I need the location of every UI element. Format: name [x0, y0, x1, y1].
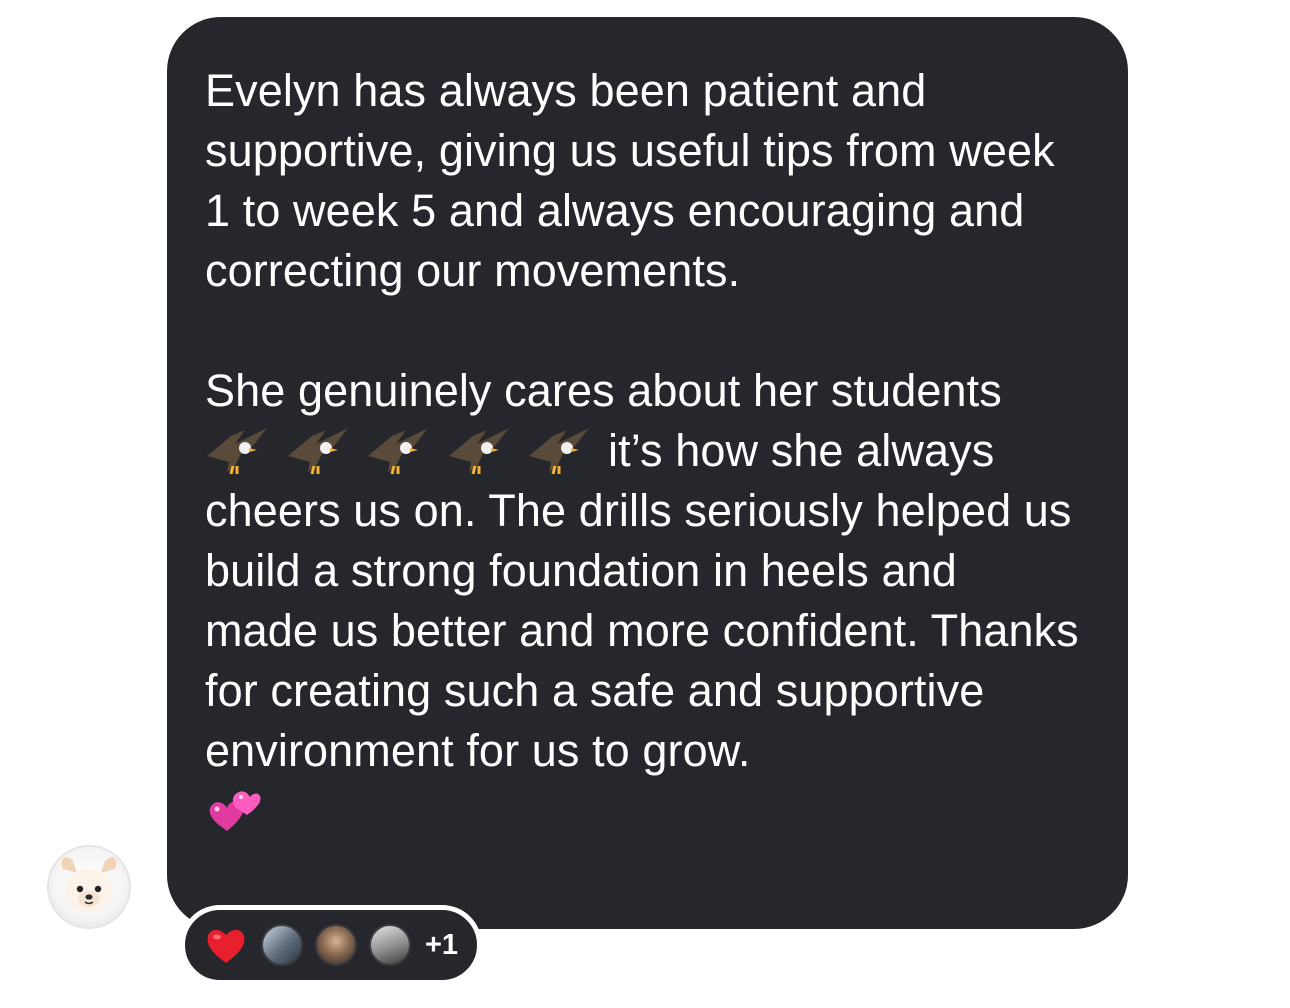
- sender-avatar[interactable]: [47, 845, 131, 929]
- message-paragraph-2: She genuinely cares about her students i…: [205, 361, 1080, 781]
- eagle-icon: [368, 428, 429, 475]
- puppy-avatar-icon: [61, 857, 117, 913]
- red-heart-icon: [207, 929, 245, 963]
- reactor-avatar[interactable]: [261, 924, 303, 966]
- reactor-avatar[interactable]: [315, 924, 357, 966]
- eagle-icon: [448, 428, 509, 475]
- message-paragraph-2-start: She genuinely cares about her students: [205, 365, 1002, 416]
- message-bubble[interactable]: Evelyn has always been patient and suppo…: [167, 17, 1128, 929]
- eagle-icon: [207, 428, 267, 475]
- reactions-bar[interactable]: +1: [180, 905, 482, 985]
- eagle-emoji-group: [205, 425, 608, 476]
- reactor-count-label: +1: [425, 928, 459, 961]
- reactor-avatar[interactable]: [369, 924, 411, 966]
- two-hearts-icon: [209, 791, 261, 831]
- eagle-icon: [529, 428, 590, 475]
- message-paragraph-1: Evelyn has always been patient and suppo…: [205, 65, 1055, 296]
- message-paragraph-2-rest: it’s how she always cheers us on. The dr…: [205, 425, 1079, 776]
- message-screen: Evelyn has always been patient and suppo…: [0, 0, 1290, 1008]
- eagle-icon: [287, 428, 348, 475]
